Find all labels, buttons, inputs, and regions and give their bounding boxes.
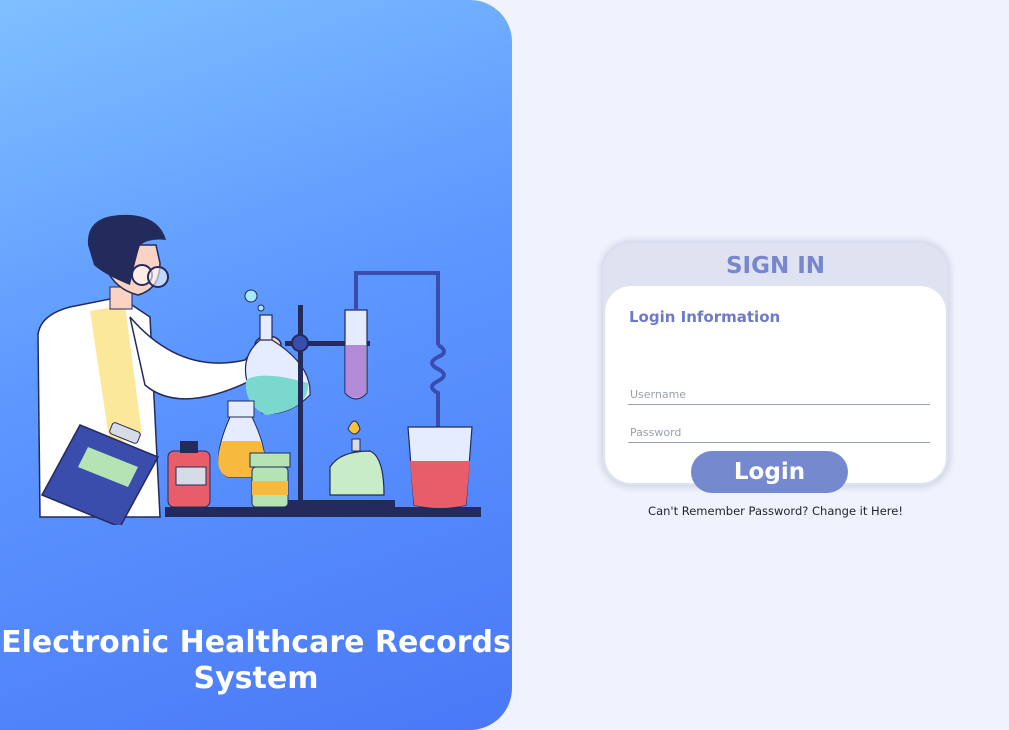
scientist-lab-illustration: [37, 214, 481, 525]
login-button[interactable]: Login: [691, 451, 848, 493]
change-password-link[interactable]: Can't Remember Password? Change it Here!: [605, 504, 946, 518]
login-form: Login Information Login Can't Remember P…: [605, 286, 946, 518]
app-title: Electronic Healthcare Records System: [0, 625, 512, 697]
sign-in-card: SIGN IN Login Information Login Can't Re…: [603, 243, 948, 518]
login-information-label: Login Information: [629, 308, 781, 326]
app-title-line-1: Electronic Healthcare Records: [1, 625, 511, 660]
password-input[interactable]: [628, 422, 930, 443]
sign-in-heading: SIGN IN: [725, 253, 826, 279]
branding-panel: Electronic Healthcare Records System: [0, 0, 512, 730]
username-input[interactable]: [628, 384, 930, 405]
app-title-line-2: System: [193, 661, 319, 696]
